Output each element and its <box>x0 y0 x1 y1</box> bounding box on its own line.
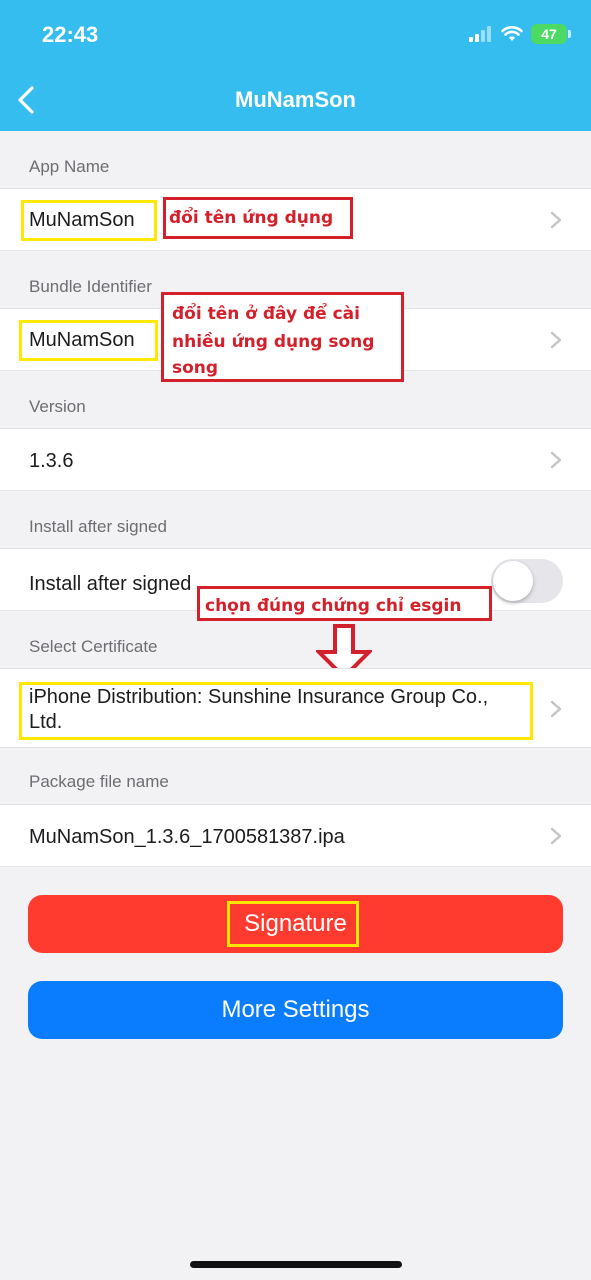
certificate-value: iPhone Distribution: Sunshine Insurance … <box>29 685 488 735</box>
bundle-id-label: Bundle Identifier <box>29 277 152 296</box>
signal-icon <box>469 26 491 42</box>
app-name-row[interactable]: MuNamSon đổi tên ứng dụng <box>0 188 591 251</box>
rename-bundle-note-line3: song <box>172 358 219 378</box>
signature-button[interactable]: Signature <box>28 895 563 953</box>
nav-header: 22:43 47 MuNamSon <box>0 0 591 131</box>
install-row-label: Install after signed <box>29 573 192 595</box>
rename-bundle-note: đổi tên ở đây để cài nhiều ứng dụng song… <box>161 292 404 382</box>
chevron-right-icon <box>550 211 562 229</box>
signature-highlight <box>227 901 359 947</box>
package-row[interactable]: MuNamSon_1.3.6_1700581387.ipa <box>0 804 591 867</box>
version-value: 1.3.6 <box>29 450 74 472</box>
app-name-label: App Name <box>29 157 110 176</box>
choose-cert-note-text: chọn đúng chứng chỉ esgin <box>205 596 462 616</box>
rename-bundle-note-line1: đổi tên ở đây để cài <box>172 304 360 324</box>
chevron-right-icon <box>550 451 562 469</box>
install-toggle[interactable] <box>491 559 563 603</box>
install-section-label: Install after signed <box>29 517 167 536</box>
bundle-id-value: MuNamSon <box>29 329 135 351</box>
more-settings-button[interactable]: More Settings <box>28 981 563 1039</box>
certificate-line2: Ltd. <box>29 711 63 733</box>
choose-cert-note: chọn đúng chứng chỉ esgin <box>197 586 492 621</box>
version-label: Version <box>29 397 86 416</box>
certificate-label: Select Certificate <box>29 637 158 656</box>
certificate-line1: iPhone Distribution: Sunshine Insurance … <box>29 686 489 708</box>
rename-app-note: đổi tên ứng dụng <box>163 197 353 239</box>
home-indicator <box>190 1261 402 1268</box>
battery-icon: 47 <box>531 24 571 44</box>
page-title: MuNamSon <box>235 87 356 112</box>
wifi-icon <box>501 26 523 41</box>
certificate-row[interactable]: iPhone Distribution: Sunshine Insurance … <box>0 668 591 748</box>
app-name-value: MuNamSon <box>29 209 135 231</box>
status-icons: 47 <box>469 24 571 44</box>
rename-bundle-note-line2: nhiều ứng dụng song <box>172 332 375 352</box>
package-label: Package file name <box>29 772 169 791</box>
toggle-knob <box>493 561 533 601</box>
chevron-right-icon <box>550 700 562 718</box>
version-row[interactable]: 1.3.6 <box>0 428 591 491</box>
status-time: 22:43 <box>42 22 99 47</box>
chevron-right-icon <box>550 331 562 349</box>
package-value: MuNamSon_1.3.6_1700581387.ipa <box>29 826 345 848</box>
rename-app-note-text: đổi tên ứng dụng <box>169 208 334 228</box>
chevron-right-icon <box>550 827 562 845</box>
